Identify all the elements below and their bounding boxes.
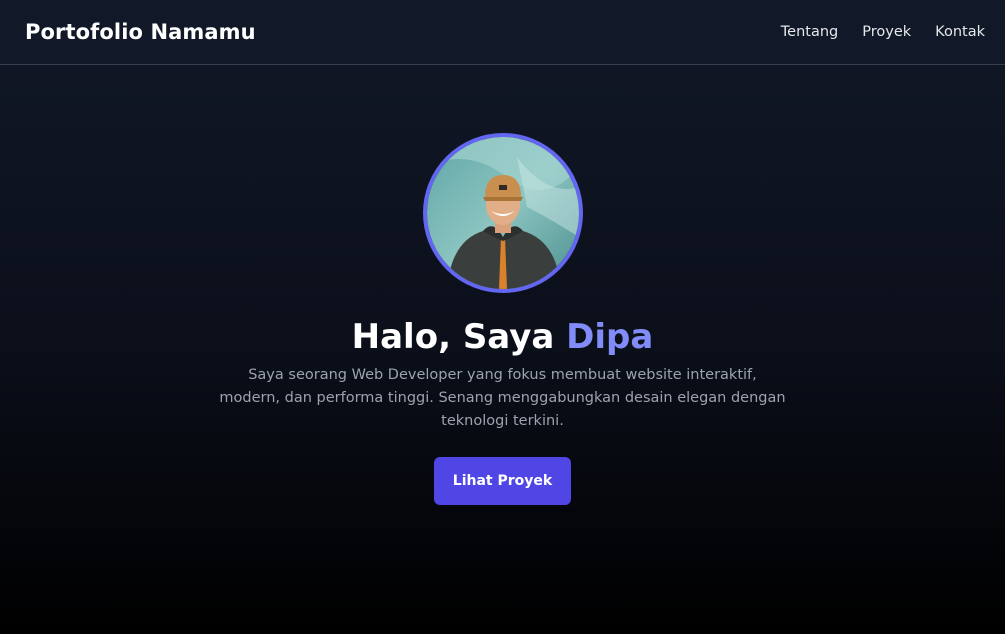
avatar [422, 133, 583, 293]
hero-headline: Halo, Saya Dipa [352, 317, 654, 358]
nav-link-tentang[interactable]: Tentang [781, 24, 838, 40]
nav-link-kontak[interactable]: Kontak [935, 24, 985, 40]
nav-link-proyek[interactable]: Proyek [862, 24, 911, 40]
hero-description: Saya seorang Web Developer yang fokus me… [219, 366, 786, 429]
navbar: Portofolio Namamu Tentang Proyek Kontak [0, 0, 1005, 65]
name-highlight: Dipa [566, 317, 654, 357]
profile-photo [426, 137, 579, 289]
hero-section: Halo, Saya Dipa Saya seorang Web Develop… [0, 65, 1005, 505]
site-brand[interactable]: Portofolio Namamu [25, 20, 256, 44]
nav-links: Tentang Proyek Kontak [781, 24, 985, 40]
greeting-text: Halo, Saya [351, 317, 555, 357]
view-projects-button[interactable]: Lihat Proyek [434, 456, 571, 505]
